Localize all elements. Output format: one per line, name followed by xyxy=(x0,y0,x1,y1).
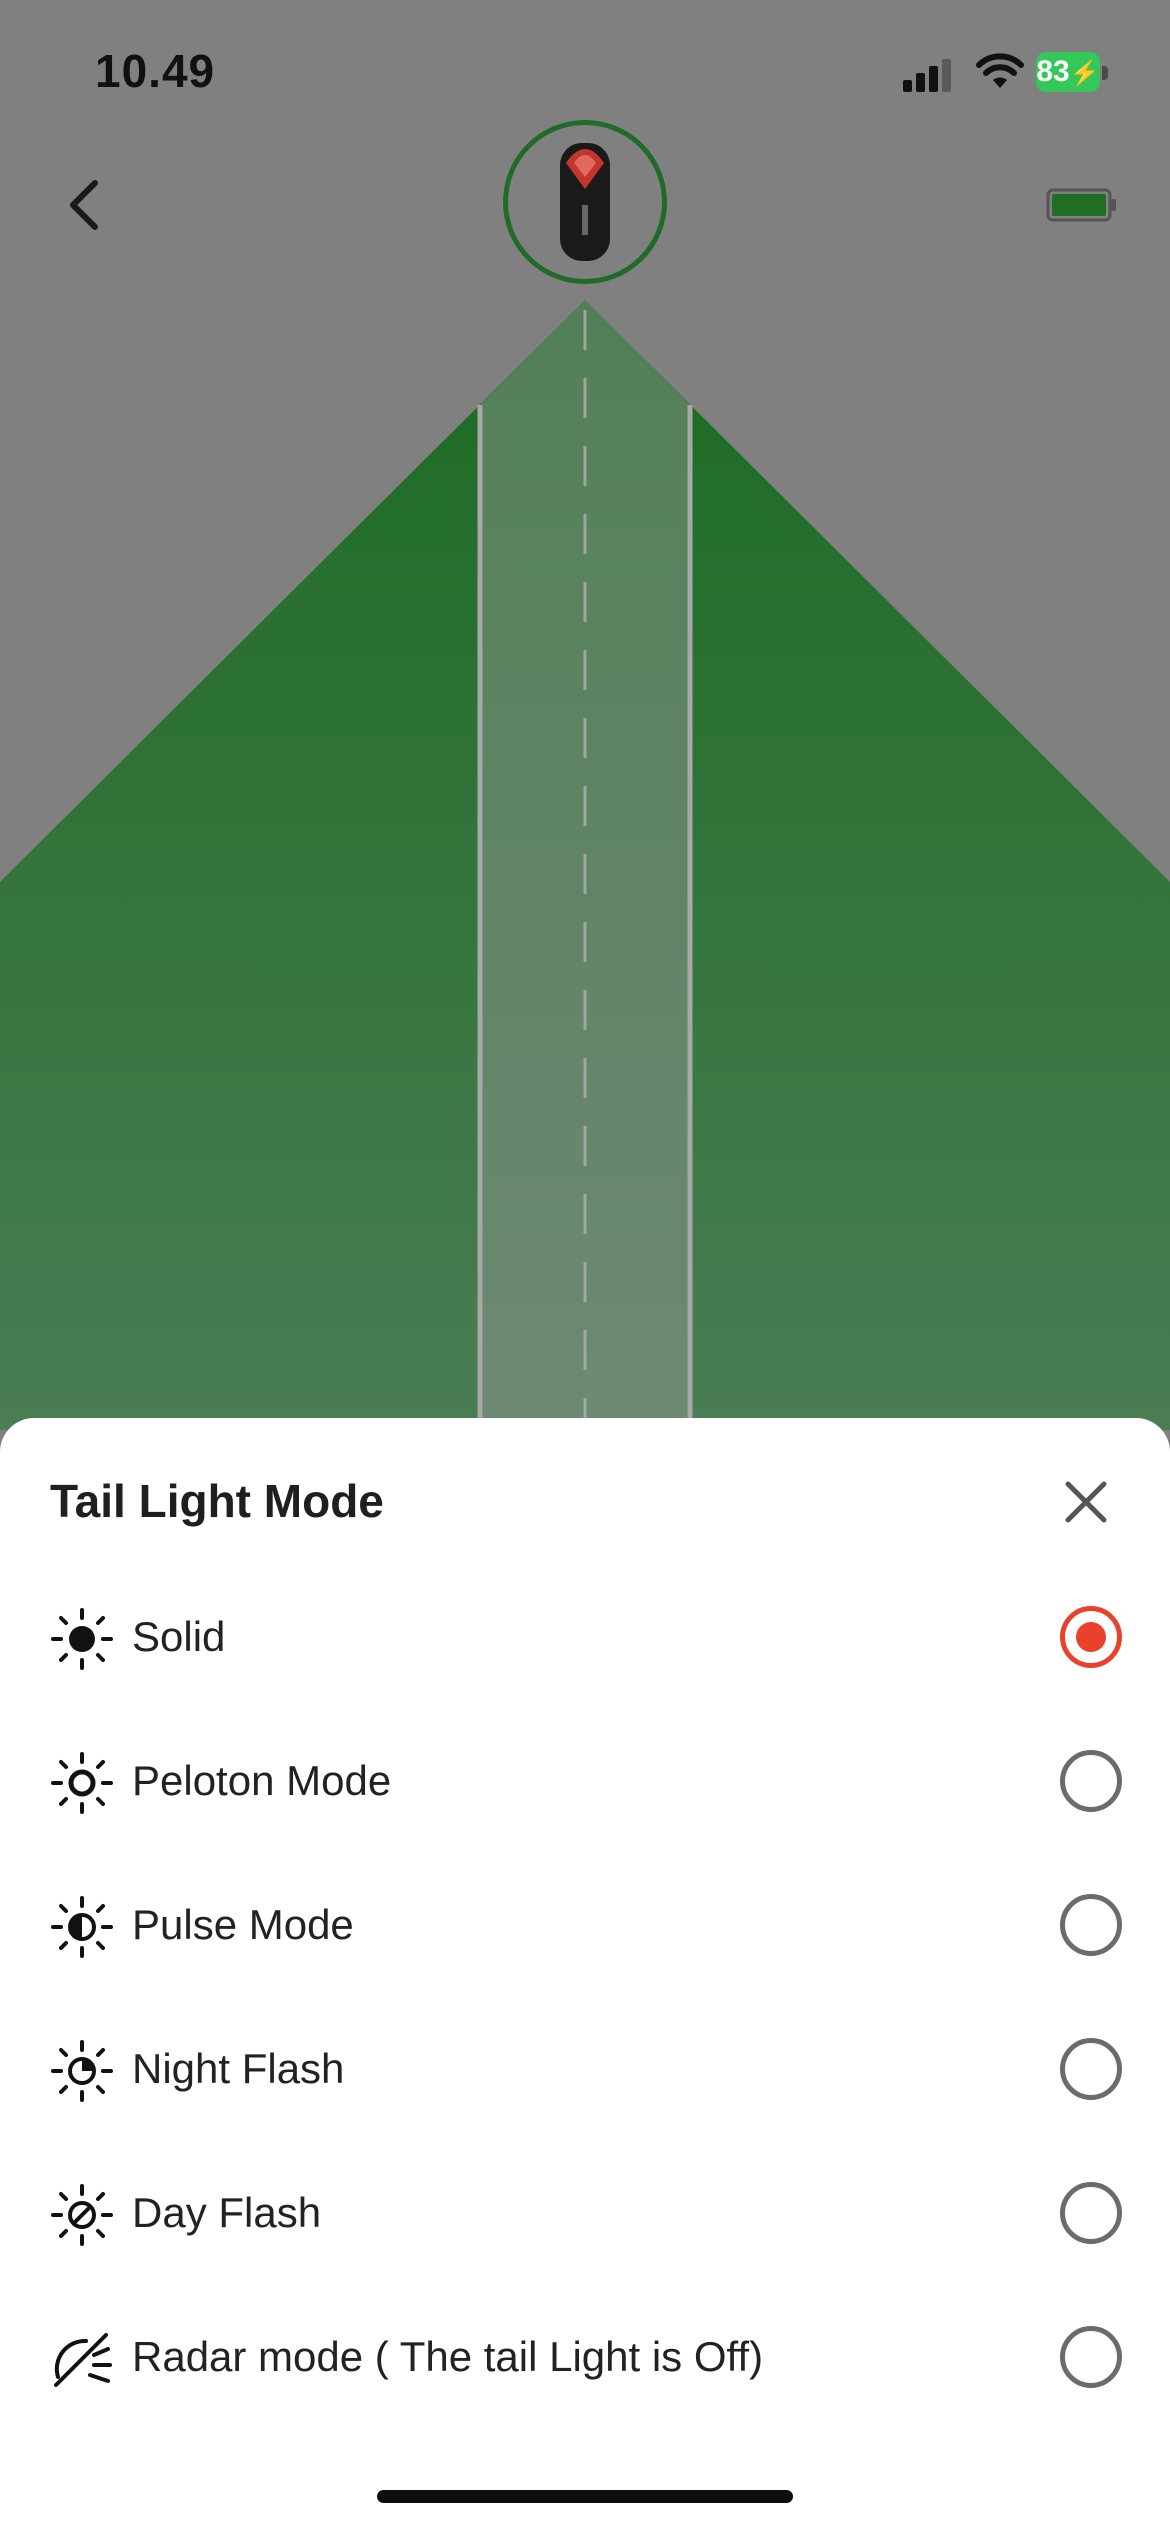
mode-option-label: Pulse Mode xyxy=(132,1901,354,1948)
device-avatar xyxy=(503,120,667,284)
sun-solid-icon xyxy=(51,1608,113,1670)
mode-option-pulse[interactable]: Pulse Mode xyxy=(0,1865,1170,1985)
mode-option-label: Peloton Mode xyxy=(132,1757,392,1804)
radio-unselected[interactable] xyxy=(1060,2038,1122,2100)
device-battery-icon xyxy=(1046,188,1116,222)
mode-option-radar[interactable]: Radar mode ( The tail Light is Off) xyxy=(0,2297,1170,2417)
mode-option-label: Solid xyxy=(132,1613,226,1660)
phone-battery-indicator: 83⚡ xyxy=(1036,52,1108,92)
sun-moon-icon xyxy=(51,2040,113,2102)
radio-selected[interactable] xyxy=(1060,1606,1122,1668)
battery-percent: 83 xyxy=(1036,55,1070,88)
tail-light-device-icon xyxy=(560,143,610,261)
radio-unselected[interactable] xyxy=(1060,1750,1122,1812)
status-time: 10.49 xyxy=(95,45,216,97)
mode-option-label: Night Flash xyxy=(132,2045,345,2092)
mode-option-day-flash[interactable]: Day Flash xyxy=(0,2153,1170,2273)
cellular-signal-icon xyxy=(903,59,951,92)
mode-option-label: Radar mode ( The tail Light is Off) xyxy=(132,2333,764,2380)
close-button[interactable] xyxy=(1060,1476,1112,1528)
mode-option-night-flash[interactable]: Night Flash xyxy=(0,2009,1170,2129)
radio-unselected[interactable] xyxy=(1060,2326,1122,2388)
radar-off-icon xyxy=(54,2333,112,2387)
sun-half-icon xyxy=(51,1896,113,1958)
radio-unselected[interactable] xyxy=(1060,1894,1122,1956)
sun-slash-icon xyxy=(51,2184,113,2246)
mode-option-peloton[interactable]: Peloton Mode xyxy=(0,1721,1170,1841)
sheet-title: Tail Light Mode xyxy=(50,1475,384,1527)
sun-outline-icon xyxy=(51,1752,113,1814)
radio-unselected[interactable] xyxy=(1060,2182,1122,2244)
mode-option-solid[interactable]: Solid xyxy=(0,1577,1170,1697)
home-indicator xyxy=(377,2490,793,2503)
back-button[interactable] xyxy=(55,175,115,235)
close-icon xyxy=(1065,1481,1107,1523)
wifi-icon xyxy=(976,53,1024,88)
mode-option-label: Day Flash xyxy=(132,2189,322,2236)
